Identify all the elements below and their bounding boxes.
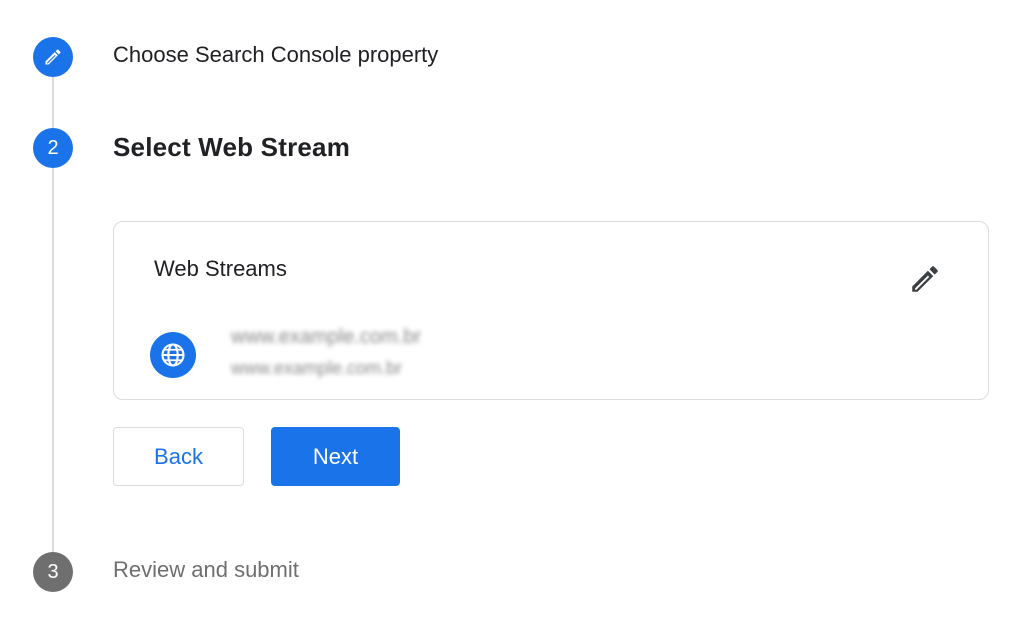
stream-name: www.example.com.br: [231, 326, 422, 348]
step-3-label: Review and submit: [113, 557, 299, 582]
stepper-page: Choose Search Console property 2 Select …: [0, 0, 1024, 628]
globe-icon: [150, 332, 196, 378]
step-2-label: Select Web Stream: [113, 132, 351, 162]
pencil-icon[interactable]: [908, 262, 942, 296]
web-streams-card: Web Streams www.example.com.br www.examp…: [113, 221, 989, 400]
step-2-indicator: 2: [33, 128, 73, 168]
next-button[interactable]: Next: [271, 427, 400, 486]
step-3-indicator: 3: [33, 552, 73, 592]
back-button[interactable]: Back: [113, 427, 244, 486]
step-1-label[interactable]: Choose Search Console property: [113, 42, 438, 68]
step-1-indicator: [33, 37, 73, 77]
card-title: Web Streams: [154, 256, 287, 281]
stream-id: www.example.com.br: [231, 358, 403, 378]
pencil-icon: [45, 49, 61, 65]
